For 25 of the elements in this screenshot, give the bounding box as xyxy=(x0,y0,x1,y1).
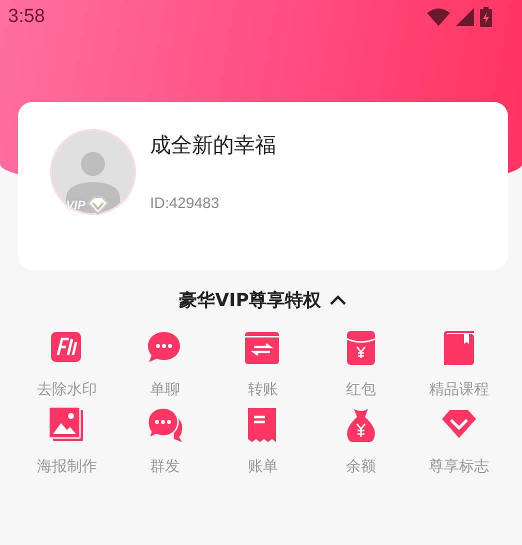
section-title: 豪华VIP尊享特权 xyxy=(179,289,321,312)
image-icon[interactable] xyxy=(49,407,85,443)
perk-label[interactable]: 精品课程 xyxy=(429,380,489,399)
perk-label[interactable]: 账单 xyxy=(248,457,278,476)
clock: 3:58 xyxy=(8,6,45,28)
signal-icon xyxy=(456,8,474,26)
user-id: ID:429483 xyxy=(150,195,220,212)
perk-label[interactable]: 单聊 xyxy=(150,380,180,399)
perk-label[interactable]: 余额 xyxy=(346,457,376,476)
diamond-icon xyxy=(86,195,110,215)
chevron-icon[interactable] xyxy=(328,294,347,306)
perk-label[interactable]: 尊享标志 xyxy=(429,457,489,476)
perk-label[interactable]: 去除水印 xyxy=(37,380,97,399)
group-chat-icon[interactable] xyxy=(147,407,183,443)
user-name: 成全新的幸福 xyxy=(150,132,276,159)
perk-label[interactable]: 转账 xyxy=(248,380,278,399)
transfer-icon[interactable] xyxy=(245,330,281,366)
perk-label[interactable]: 群发 xyxy=(150,457,180,476)
battery-icon xyxy=(480,7,492,27)
perk-label[interactable]: 海报制作 xyxy=(37,457,97,476)
wifi-icon xyxy=(427,8,450,26)
vip-label: VIP xyxy=(66,198,86,212)
avatar[interactable]: VIP xyxy=(52,131,134,213)
perk-label[interactable]: 红包 xyxy=(346,380,376,399)
book-icon[interactable] xyxy=(441,330,477,366)
